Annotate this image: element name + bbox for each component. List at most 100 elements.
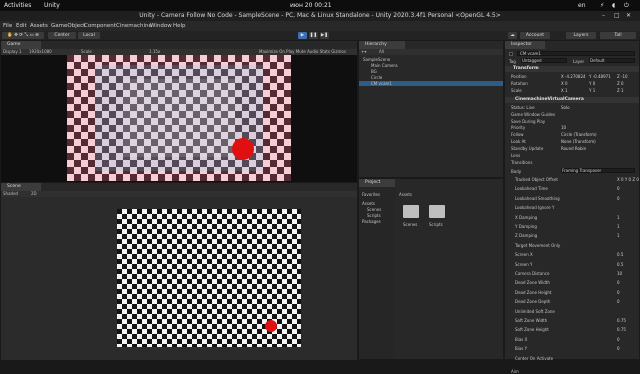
hierarchy-panel: Hierarchy +▾ All SampleScene Main Camera… <box>358 40 504 178</box>
body-prop-value[interactable]: 0 <box>617 337 620 342</box>
transform-tools[interactable]: ✋ ✥ ⟳ ⤡ ▭ ⊕ <box>2 32 44 39</box>
vcam-prop-value[interactable]: Round Robin <box>561 146 586 151</box>
body-prop-value[interactable]: 0 <box>617 186 620 191</box>
folder-scenes-label[interactable]: Scenes <box>403 222 417 227</box>
position-z[interactable]: Z -10 <box>617 74 628 79</box>
position-x[interactable]: X -4.270824 <box>561 74 586 79</box>
tree-assets[interactable]: Assets <box>362 201 375 206</box>
layout-dropdown[interactable]: Tall <box>600 32 636 39</box>
vcam-prop-value[interactable]: 10 <box>561 125 566 130</box>
play-icon[interactable]: ▶ <box>298 32 307 39</box>
power-icon[interactable]: ⏻ <box>624 2 629 10</box>
body-prop-label: Y Damping <box>515 224 537 229</box>
body-prop-value[interactable]: 0 <box>617 346 620 351</box>
tree-packages[interactable]: Packages <box>362 219 381 224</box>
body-prop-value[interactable]: 0 <box>617 299 620 304</box>
body-prop-value[interactable]: 0 <box>617 280 620 285</box>
active-checkbox[interactable] <box>509 52 513 56</box>
body-prop-label: Soft Zone Width <box>515 318 548 323</box>
vcam-prop-value[interactable]: Solo <box>561 105 570 110</box>
scale-y[interactable]: Y 1 <box>589 88 595 93</box>
menu-help[interactable]: Help <box>173 21 186 31</box>
scene-viewport[interactable] <box>1 197 357 360</box>
vcam-prop-label: Look At <box>511 139 526 144</box>
menu-assets[interactable]: Assets <box>30 21 48 31</box>
tree-scripts[interactable]: Scripts <box>367 213 381 218</box>
vcam-prop-value[interactable]: Circle (Transform) <box>561 132 597 137</box>
volume-icon[interactable]: ◖ <box>612 2 615 9</box>
tab-game[interactable]: Game <box>1 41 41 49</box>
lens-foldout[interactable]: Lens <box>511 153 520 158</box>
tab-inspector[interactable]: Inspector <box>505 41 545 49</box>
tag-dropdown[interactable]: Untagged <box>521 58 567 63</box>
maximize-icon[interactable]: □ <box>614 11 620 21</box>
layers-dropdown[interactable]: Layers <box>566 32 596 39</box>
body-prop-value[interactable]: X 0 Y 0 Z 0 <box>617 177 639 182</box>
object-name-field[interactable]: CM vcam1 <box>517 51 635 56</box>
layer-dropdown[interactable]: Default <box>589 58 635 63</box>
menu-file[interactable]: File <box>3 21 12 31</box>
menu-cinemachine[interactable]: Cinemachine <box>116 21 152 31</box>
pivot-local-toggle[interactable]: Local <box>78 32 100 39</box>
vcam-header[interactable]: CinemachineVirtualCamera <box>505 97 639 103</box>
body-prop-value[interactable]: 1 <box>617 215 620 220</box>
close-icon[interactable]: ✕ <box>626 11 631 21</box>
cloud-icon[interactable]: ☁ <box>508 32 517 39</box>
game-viewport <box>1 55 357 182</box>
scale-z[interactable]: Z 1 <box>617 88 624 93</box>
hierarchy-item-cm-vcam1[interactable]: CM vcam1 <box>359 81 503 86</box>
language-indicator[interactable]: en <box>578 2 586 9</box>
rotation-x[interactable]: X 0 <box>561 81 568 86</box>
body-prop-label: Soft Zone Height <box>515 327 549 333</box>
project-breadcrumb[interactable]: Assets <box>399 192 412 197</box>
hierarchy-scene-root[interactable]: SampleScene <box>363 57 390 62</box>
body-prop-value[interactable]: 0 <box>617 196 620 201</box>
vcam-prop-value[interactable]: None (Transform) <box>561 139 596 144</box>
menu-edit[interactable]: Edit <box>16 21 27 31</box>
rotation-y[interactable]: Y 0 <box>589 81 595 86</box>
minimize-icon[interactable]: – <box>602 11 605 21</box>
transform-header[interactable]: Transform <box>505 66 639 72</box>
body-prop-value[interactable]: 0.5 <box>617 262 623 267</box>
body-prop-value[interactable]: 1 <box>617 233 620 238</box>
transitions-foldout[interactable]: Transitions <box>511 160 532 165</box>
menu-window[interactable]: Window <box>150 21 172 31</box>
tab-hierarchy[interactable]: Hierarchy <box>359 41 405 49</box>
network-icon[interactable]: ⚡ <box>600 2 604 9</box>
body-prop-value[interactable]: 0.75 <box>617 327 626 332</box>
body-prop-value[interactable]: 0.75 <box>617 318 626 323</box>
rotation-z[interactable]: Z 0 <box>617 81 624 86</box>
menu-gameobject[interactable]: GameObject <box>51 21 85 31</box>
app-menu[interactable]: Unity <box>44 2 60 9</box>
hierarchy-item-bg[interactable]: BG <box>371 69 377 74</box>
menu-component[interactable]: Component <box>84 21 116 31</box>
body-prop-value[interactable]: 0.5 <box>617 252 623 257</box>
add-icon[interactable]: +▾ <box>361 49 366 55</box>
body-prop-value[interactable]: 10 <box>617 271 622 276</box>
pause-icon[interactable]: ❚❚ <box>309 32 318 39</box>
body-dropdown[interactable]: Framing Transposer <box>561 168 635 173</box>
clock[interactable]: июн 20 00:21 <box>290 2 332 9</box>
tab-project[interactable]: Project <box>359 179 395 187</box>
pivot-center-toggle[interactable]: Center <box>48 32 76 39</box>
circle-sprite-scene[interactable] <box>265 320 277 332</box>
hierarchy-item-circle[interactable]: Circle <box>371 75 382 80</box>
body-prop-label: Screen Y <box>515 261 533 267</box>
folder-scripts-label[interactable]: Scripts <box>429 222 443 227</box>
position-y[interactable]: Y -0.48971 <box>589 74 611 79</box>
tree-scenes[interactable]: Scenes <box>367 207 381 212</box>
body-prop-value[interactable]: 0 <box>617 290 620 295</box>
folder-icon[interactable] <box>429 205 445 218</box>
hierarchy-search[interactable]: All <box>379 49 384 55</box>
vcam-prop-label: Save During Play <box>511 118 546 124</box>
step-icon[interactable]: ▶❚ <box>320 32 329 39</box>
hierarchy-item-main-camera[interactable]: Main Camera <box>371 63 398 68</box>
body-prop-value[interactable]: 1 <box>617 224 620 229</box>
scale-x[interactable]: X 1 <box>561 88 568 93</box>
activities-button[interactable]: Activities <box>4 2 31 9</box>
body-prop-label: Bias Y <box>515 346 528 352</box>
favorites-item[interactable]: Favorites <box>362 192 380 197</box>
account-dropdown[interactable]: Account <box>520 32 550 39</box>
tab-scene[interactable]: Scene <box>1 183 41 191</box>
folder-icon[interactable] <box>403 205 419 218</box>
